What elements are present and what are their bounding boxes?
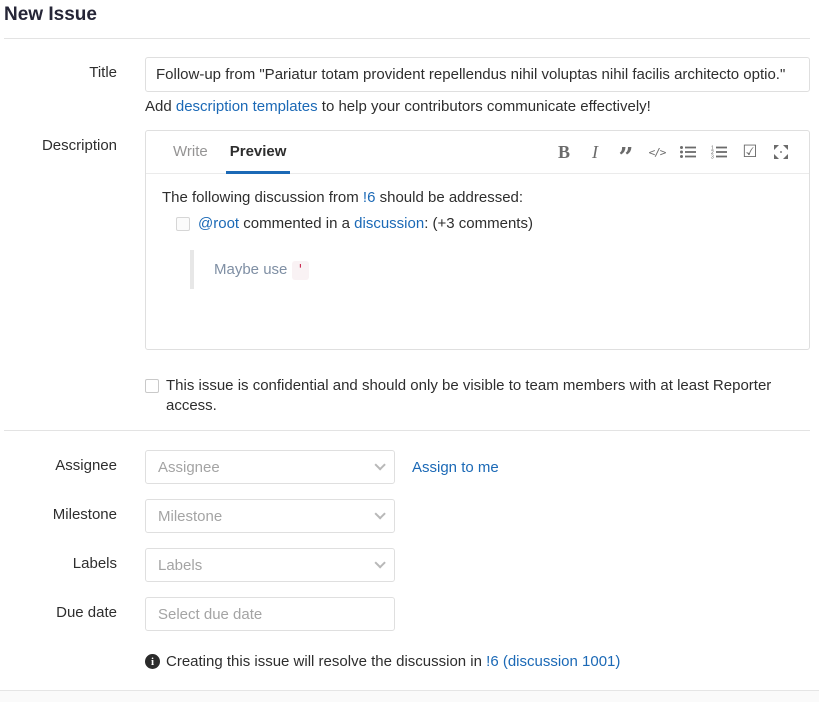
quote-text: Maybe use [214,261,292,278]
bold-icon[interactable]: B [552,140,576,164]
section-divider [4,430,810,431]
svg-text:3: 3 [711,155,714,160]
markdown-editor: Write Preview B I ” </> [145,130,810,350]
markdown-preview: The following discussion from !6 should … [146,174,809,304]
merge-request-link[interactable]: !6 [363,189,376,206]
task-text: @root commented in a discussion: (+3 com… [198,215,533,232]
assignee-select[interactable]: Assignee [145,450,395,484]
task-list-icon[interactable]: ☑ [738,140,762,164]
labels-row: Labels Labels [4,548,810,582]
confidential-row: This issue is confidential and should on… [145,376,810,416]
milestone-placeholder: Milestone [158,508,374,525]
blockquote-icon[interactable]: ” [614,140,638,164]
description-templates-link[interactable]: description templates [176,98,318,115]
task-text-suffix: : (+3 comments) [424,215,533,232]
editor-header: Write Preview B I ” </> [146,131,809,174]
labels-label: Labels [4,548,117,572]
description-label: Description [4,130,117,154]
new-issue-page: New Issue Title Add description template… [0,0,819,702]
editor-toolbar: B I ” </> [552,131,793,173]
page-title: New Issue [4,4,810,38]
assign-to-me-link[interactable]: Assign to me [412,459,499,476]
resolve-note: i Creating this issue will resolve the d… [145,653,810,670]
chevron-down-icon [374,508,385,519]
info-icon: i [145,654,160,669]
description-row: Description Write Preview B I ” </> [4,130,810,350]
labels-placeholder: Labels [158,557,374,574]
assignee-placeholder: Assignee [158,459,374,476]
help-suffix: to help your contributors communicate ef… [318,98,651,115]
chevron-down-icon [374,459,385,470]
user-link[interactable]: @root [198,215,239,232]
preview-paragraph: The following discussion from !6 should … [162,189,793,206]
preview-text: The following discussion from [162,189,363,206]
confidential-label: This issue is confidential and should on… [166,376,798,416]
milestone-select[interactable]: Milestone [145,499,395,533]
bullet-list-icon[interactable] [676,140,700,164]
due-date-input[interactable] [145,597,395,631]
new-issue-form: Title Add description templates to help … [4,39,810,670]
numbered-list-icon[interactable]: 1 2 3 [707,140,731,164]
milestone-row: Milestone Milestone [4,499,810,533]
tab-write[interactable]: Write [169,131,212,174]
preview-blockquote: Maybe use ' [190,250,793,289]
due-date-label: Due date [4,597,117,621]
chevron-down-icon [374,557,385,568]
preview-text: should be addressed: [375,189,523,206]
due-date-row: Due date [4,597,810,631]
form-actions-footer [0,690,819,702]
italic-icon[interactable]: I [583,140,607,164]
note-prefix: Creating this issue will resolve the dis… [166,653,486,670]
confidential-checkbox[interactable] [145,379,159,393]
title-help-text: Add description templates to help your c… [145,98,810,115]
title-label: Title [4,57,117,81]
assignee-label: Assignee [4,450,117,474]
tab-preview[interactable]: Preview [226,131,291,174]
title-input[interactable] [145,57,810,92]
code-icon[interactable]: </> [645,140,669,164]
fullscreen-icon[interactable] [769,140,793,164]
task-checkbox [176,217,190,231]
discussion-link[interactable]: discussion [354,215,424,232]
resolve-discussion-link[interactable]: !6 (discussion 1001) [486,653,620,670]
task-text-mid: commented in a [239,215,354,232]
task-list-item: @root commented in a discussion: (+3 com… [176,215,793,232]
labels-select[interactable]: Labels [145,548,395,582]
milestone-label: Milestone [4,499,117,523]
inline-code: ' [292,261,310,280]
assignee-row: Assignee Assignee Assign to me [4,450,810,484]
help-prefix: Add [145,98,176,115]
title-row: Title Add description templates to help … [4,57,810,115]
note-text: Creating this issue will resolve the dis… [166,653,620,670]
